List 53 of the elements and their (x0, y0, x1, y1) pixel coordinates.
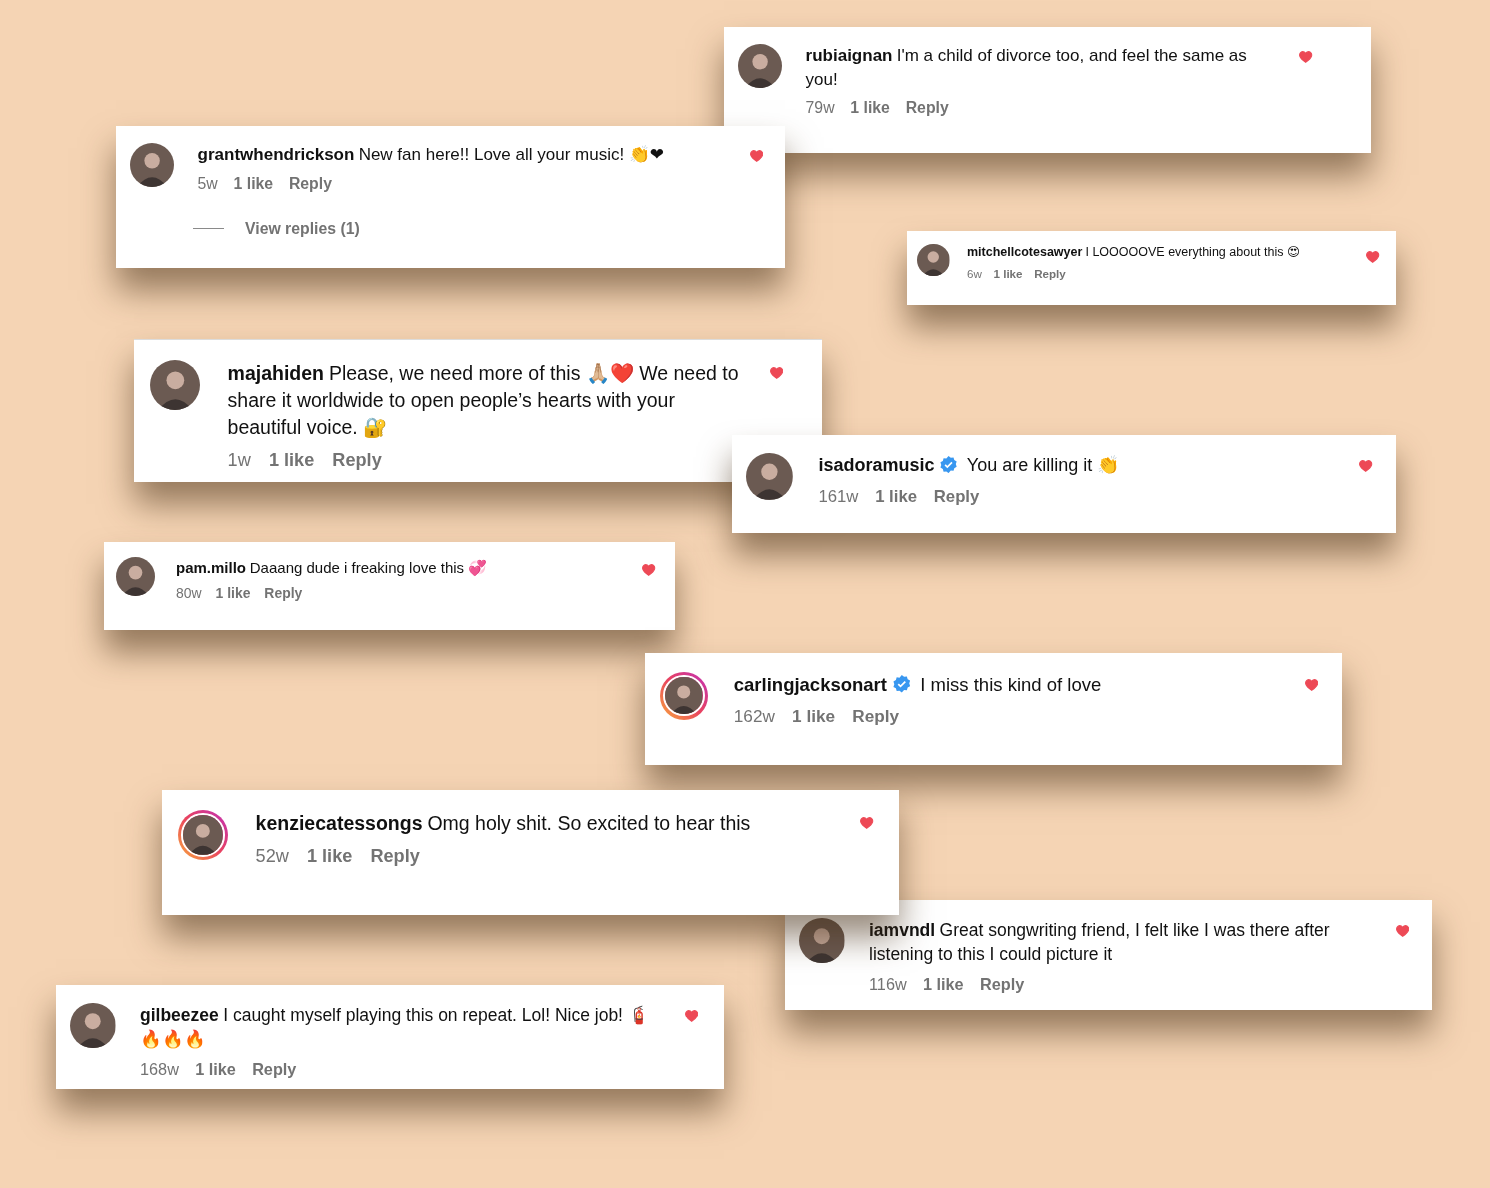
like-button[interactable] (684, 1008, 698, 1022)
reply-link[interactable]: Reply (852, 706, 900, 727)
like-button[interactable] (642, 563, 656, 577)
like-button[interactable] (1299, 50, 1313, 64)
like-count[interactable]: 1 like (195, 1059, 236, 1079)
username[interactable]: carlingjacksonart (733, 673, 887, 695)
like-count[interactable]: 1 like (922, 974, 964, 994)
reply-link[interactable]: Reply (905, 99, 949, 118)
comment-age: 80w (176, 584, 202, 601)
like-button[interactable] (1304, 677, 1318, 691)
like-count[interactable]: 1 like (993, 266, 1023, 280)
like-count[interactable]: 1 like (306, 845, 353, 867)
like-button[interactable] (769, 365, 784, 379)
comment-age: 161w (818, 486, 859, 507)
comment-text: grantwhendrickson New fan here!! Love all your music! 👏❤ (197, 144, 666, 166)
like-count[interactable]: 1 like (233, 174, 274, 193)
comment-age: 5w (197, 174, 218, 193)
like-count[interactable]: 1 like (850, 99, 890, 118)
comment-text: iamvndl Great songwriting friend, I felt like I was there after listening to this I could picture it (869, 918, 1331, 966)
comment-age: 1w (227, 450, 251, 472)
like-count[interactable]: 1 like (268, 450, 315, 472)
like-button[interactable] (1366, 249, 1380, 263)
comment-text: kenziecatessongs Omg holy shit. So excited to hear this (255, 810, 752, 836)
comment-age: 162w (733, 706, 775, 727)
username[interactable]: isadoramusic (818, 455, 935, 475)
comment-text: rubiaignan I'm a child of divorce too, and feel the same as you! (805, 45, 1248, 91)
comment-text: pam.millo Daaang dude i freaking love this 💞 (176, 558, 489, 578)
like-count[interactable]: 1 like (875, 486, 917, 507)
view-replies-link[interactable]: View replies (1) (245, 219, 360, 238)
reply-link[interactable]: Reply (1034, 266, 1066, 280)
like-count[interactable]: 1 like (792, 706, 836, 727)
reply-link[interactable]: Reply (370, 845, 420, 867)
comment-text: majahiden Please, we need more of this 🙏🏼❤ We need to share it worldwide to open people’s hearts with your beautiful voice. 🔐 (227, 360, 740, 441)
comment-age: 6w (967, 266, 982, 280)
reply-link[interactable]: Reply (252, 1059, 297, 1079)
comment-text: You are killing it 👏 (966, 455, 1120, 475)
comment-age: 52w (255, 845, 289, 867)
like-button[interactable] (1359, 459, 1373, 473)
comment-text: I miss this kind of love (920, 673, 1102, 695)
comment-age: 168w (140, 1059, 179, 1079)
comment-text: gilbeezee I caught myself playing this on repeat. Lol! Nice job! 🧯🔥🔥🔥 (140, 1003, 651, 1051)
reply-link[interactable]: Reply (332, 450, 382, 472)
reply-link[interactable]: Reply (288, 174, 332, 193)
like-button[interactable] (1395, 923, 1410, 937)
reply-link[interactable]: Reply (264, 584, 303, 601)
comment-age: 79w (805, 99, 835, 118)
like-button[interactable] (749, 149, 763, 163)
comment-age: 116w (869, 974, 907, 994)
reply-link[interactable]: Reply (979, 974, 1025, 994)
like-button[interactable] (860, 815, 874, 829)
like-count[interactable]: 1 like (215, 584, 251, 601)
reply-link[interactable]: Reply (933, 486, 980, 507)
comment-text: mitchellcotesawyer I LOOOOOVE everything about this 😍 (967, 243, 1301, 261)
